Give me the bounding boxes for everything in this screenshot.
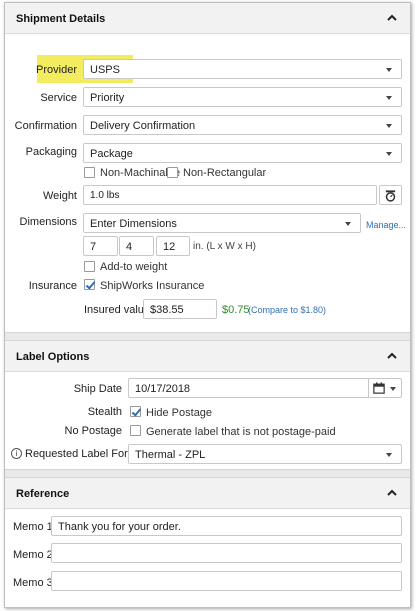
provider-value: USPS — [90, 64, 120, 76]
height-value: 12 — [163, 241, 176, 253]
height-input[interactable]: 12 — [156, 236, 190, 256]
date-picker-divider — [368, 378, 369, 398]
insured-value: $38.55 — [150, 304, 184, 316]
memo1-value: Thank you for your order. — [58, 521, 181, 533]
width-value: 4 — [126, 241, 133, 253]
confirmation-value: Delivery Confirmation — [90, 120, 196, 132]
chevron-down-icon — [345, 222, 351, 226]
shipworks-insurance-label: ShipWorks Insurance — [100, 280, 205, 292]
non-rectangular-label: Non-Rectangular — [183, 167, 267, 179]
insurance-cost: $0.75 — [222, 304, 250, 316]
chevron-down-icon[interactable] — [390, 387, 396, 391]
chevron-down-icon — [386, 68, 392, 72]
weight-input[interactable]: 1.0 lbs — [83, 185, 377, 205]
dimensions-select[interactable]: Enter Dimensions — [83, 213, 361, 233]
info-icon: i — [11, 448, 22, 459]
reference-title: Reference — [16, 488, 70, 500]
calendar-icon[interactable] — [373, 382, 385, 394]
label-format-value: Thermal - ZPL — [135, 449, 206, 461]
chevron-up-icon[interactable] — [386, 350, 398, 362]
insurance-label: Insurance — [28, 280, 77, 292]
memo1-input[interactable]: Thank you for your order. — [51, 516, 402, 536]
insured-value-input[interactable]: $38.55 — [143, 299, 217, 319]
non-machinable-checkbox[interactable] — [84, 167, 95, 178]
chevron-up-icon[interactable] — [386, 12, 398, 24]
memo2-input[interactable] — [51, 543, 402, 563]
stealth-label: Stealth — [87, 406, 122, 418]
manage-dimensions-link[interactable]: Manage... — [366, 220, 406, 230]
shipworks-insurance-checkbox[interactable] — [84, 279, 95, 290]
reference-header[interactable]: Reference — [5, 478, 410, 509]
weight-label: Weight — [42, 190, 77, 202]
chevron-down-icon — [386, 124, 392, 128]
label-options-header[interactable]: Label Options — [5, 341, 410, 372]
ship-date-label: Ship Date — [73, 383, 122, 395]
ship-date-input[interactable]: 10/17/2018 — [128, 378, 402, 398]
scale-button[interactable] — [379, 185, 402, 205]
memo3-input[interactable] — [51, 571, 402, 591]
packaging-select[interactable]: Package — [83, 143, 402, 163]
length-value: 7 — [90, 241, 97, 253]
label-options-title: Label Options — [16, 351, 90, 363]
service-value: Priority — [90, 92, 125, 104]
shipping-panel: Shipment Details Provider USPS Service P… — [4, 2, 411, 608]
service-select[interactable]: Priority — [83, 87, 402, 107]
dimensions-unit-hint: in. (L x W x H) — [193, 241, 256, 252]
length-input[interactable]: 7 — [83, 236, 118, 256]
chevron-down-icon — [386, 96, 392, 100]
memo3-label: Memo 3 — [13, 577, 53, 589]
compare-insurance-link[interactable]: (Compare to $1.80) — [248, 305, 326, 315]
chevron-down-icon — [386, 152, 392, 156]
provider-label: Provider — [36, 64, 77, 76]
confirmation-label: Confirmation — [14, 120, 77, 132]
ship-date-value: 10/17/2018 — [135, 383, 191, 395]
no-postage-checkbox[interactable] — [130, 425, 141, 436]
insured-value-label: Insured value — [84, 304, 151, 316]
chevron-up-icon[interactable] — [386, 487, 398, 499]
non-rectangular-checkbox[interactable] — [167, 167, 178, 178]
shipment-details-title: Shipment Details — [16, 13, 106, 25]
section-divider — [5, 469, 410, 478]
hide-postage-label: Hide Postage — [146, 407, 213, 419]
dimensions-value: Enter Dimensions — [90, 218, 177, 230]
width-input[interactable]: 4 — [119, 236, 154, 256]
provider-select[interactable]: USPS — [83, 59, 402, 79]
memo1-label: Memo 1 — [13, 521, 53, 533]
packaging-label: Packaging — [25, 146, 77, 158]
label-format-select[interactable]: Thermal - ZPL — [128, 444, 402, 464]
hide-postage-checkbox[interactable] — [130, 406, 141, 417]
no-postage-label: No Postage — [64, 425, 122, 437]
add-to-weight-label: Add-to weight — [100, 261, 168, 273]
add-to-weight-checkbox[interactable] — [84, 261, 95, 272]
service-label: Service — [40, 92, 77, 104]
shipment-details-header[interactable]: Shipment Details — [5, 3, 410, 34]
no-postage-option-label: Generate label that is not postage-paid — [146, 426, 336, 438]
dimensions-label: Dimensions — [19, 216, 77, 228]
confirmation-select[interactable]: Delivery Confirmation — [83, 115, 402, 135]
chevron-down-icon — [386, 453, 392, 457]
section-divider — [5, 332, 410, 341]
scale-icon — [385, 190, 396, 202]
memo2-label: Memo 2 — [13, 549, 53, 561]
weight-value: 1.0 lbs — [90, 190, 120, 201]
packaging-value: Package — [90, 148, 133, 160]
